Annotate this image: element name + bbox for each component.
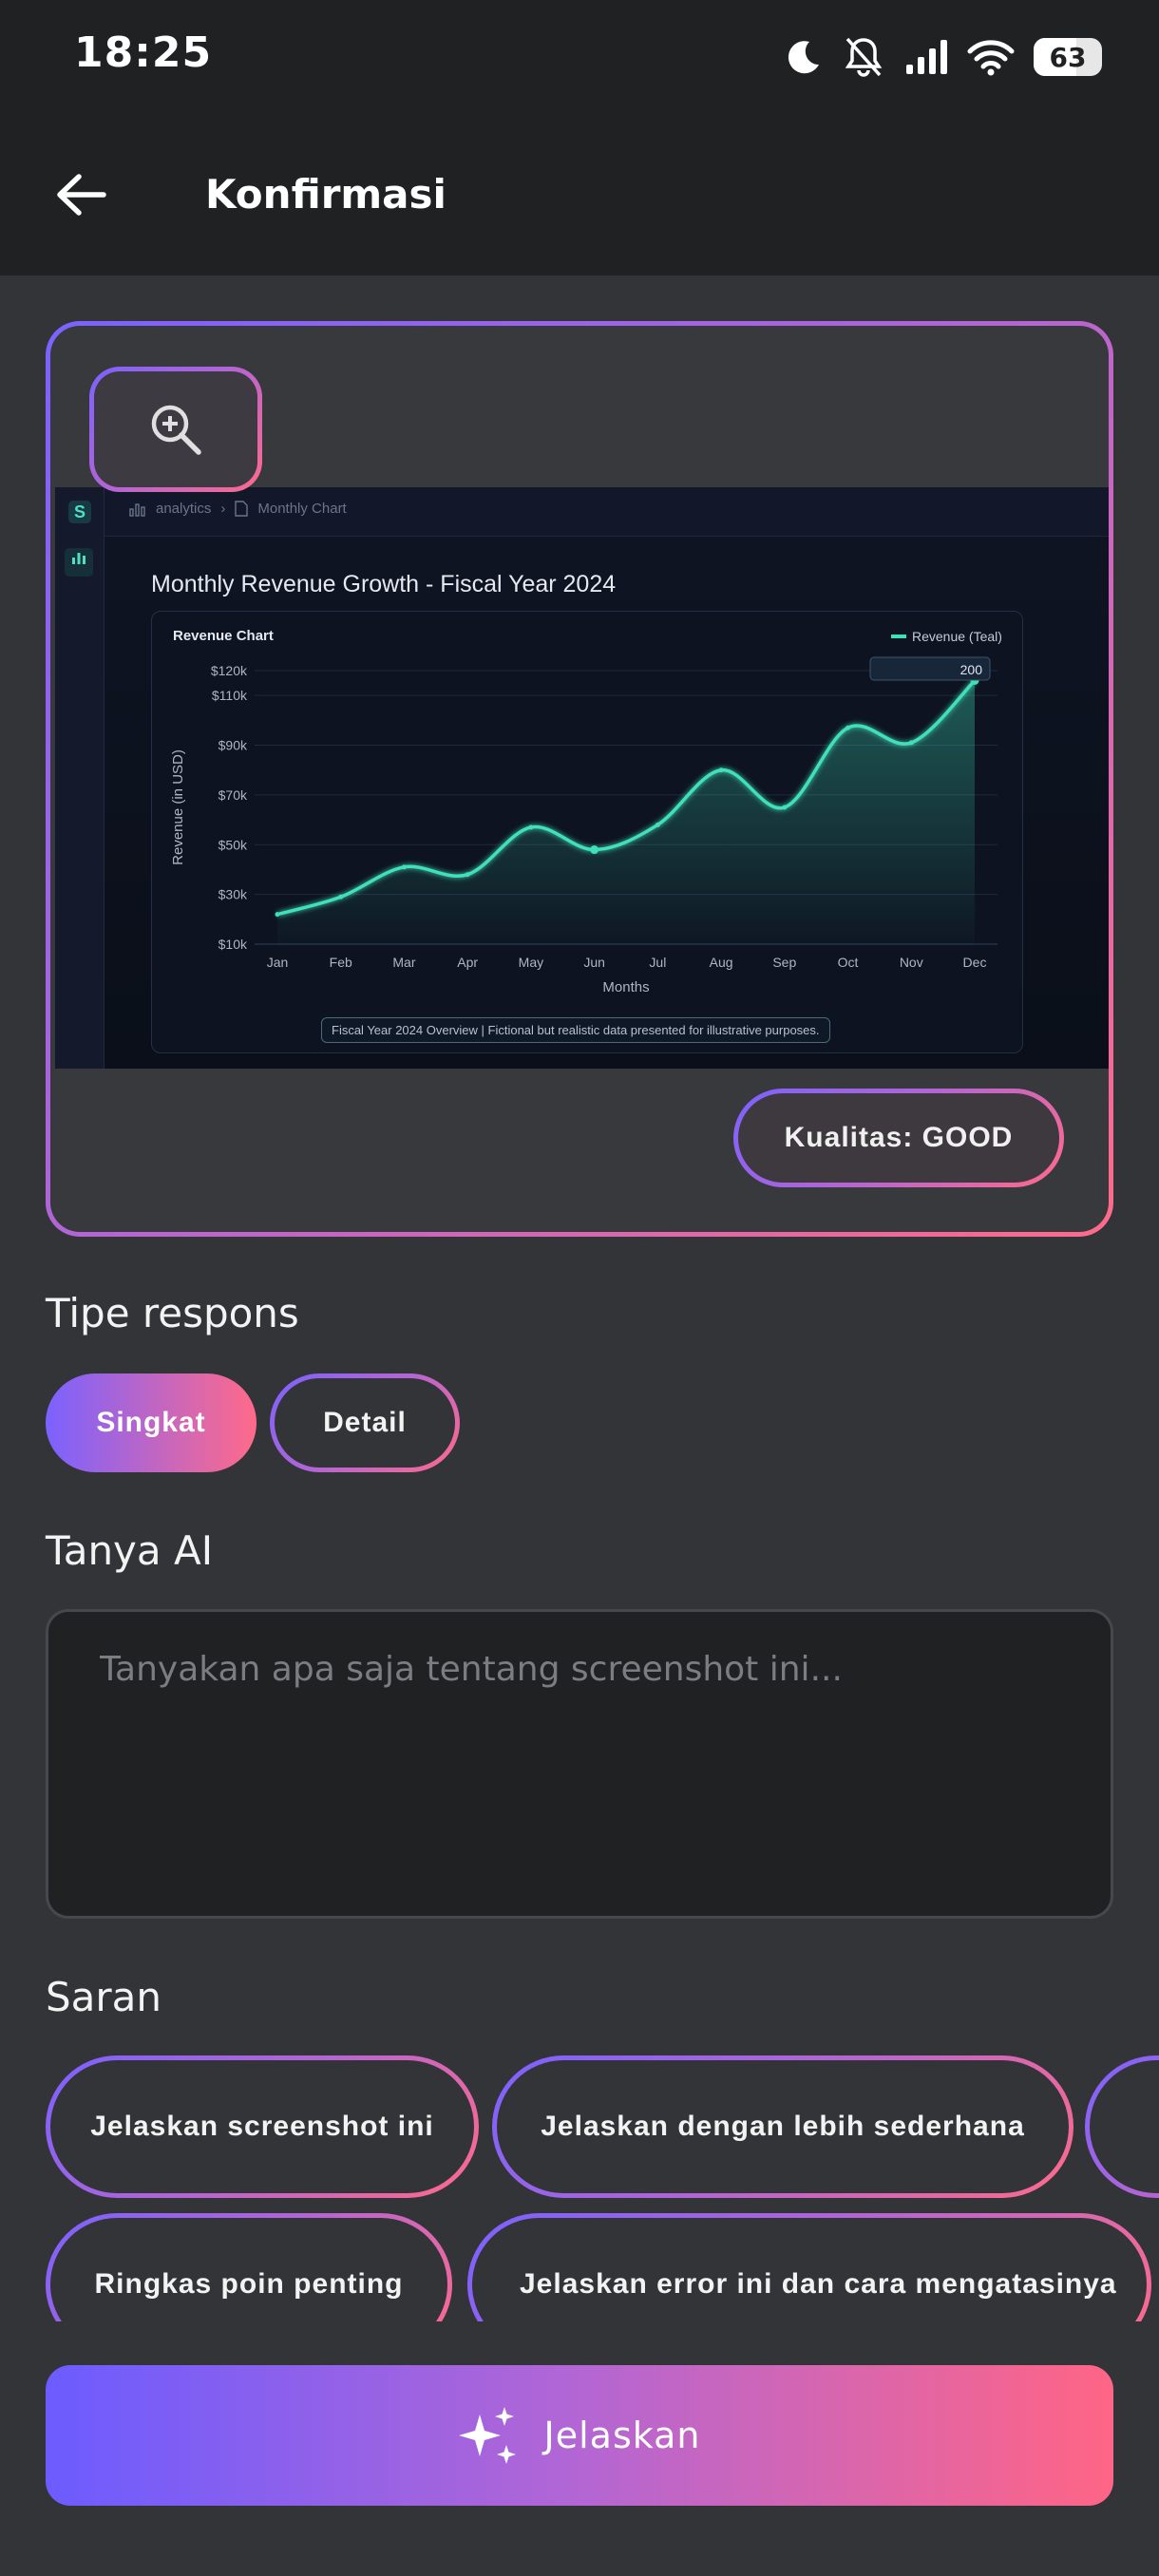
data-point <box>908 740 914 746</box>
bell-off-icon <box>845 37 883 77</box>
suggestion-chip-overflow[interactable] <box>1085 2055 1159 2198</box>
status-bar: 18:25 63 <box>0 0 1159 114</box>
zoom-button[interactable] <box>89 367 262 492</box>
response-type-title: Tipe respons <box>46 1290 299 1336</box>
ask-ai-title: Tanya AI <box>46 1527 214 1574</box>
suggestion-overflow <box>1090 2060 1159 2193</box>
explain-button-label: Jelaskan <box>543 2415 701 2456</box>
y-tick-label: $50k <box>218 837 248 852</box>
suggestion-label: Jelaskan dengan lebih sederhana <box>497 2060 1069 2193</box>
x-tick-label: Sep <box>772 955 796 970</box>
x-tick-label: Aug <box>710 955 733 970</box>
sparkles-icon <box>458 2407 516 2464</box>
breadcrumb-item-chart: Monthly Chart <box>257 501 347 517</box>
data-point <box>655 822 660 827</box>
data-point <box>275 912 280 918</box>
data-point <box>465 872 470 878</box>
document-icon <box>235 501 249 517</box>
suggestion-chip[interactable]: Ringkas poin penting <box>46 2213 452 2321</box>
status-time: 18:25 <box>74 28 213 77</box>
status-icons: 63 <box>785 30 1102 84</box>
data-point <box>718 767 724 773</box>
chart-panel: Revenue Chart $10k $30k $50k $70k $90k $110k $1… <box>151 611 1023 1053</box>
suggestions-list: Jelaskan screenshot ini Jelaskan dengan … <box>0 2052 1159 2321</box>
analytics-icon <box>129 502 145 517</box>
battery-icon: 63 <box>1034 38 1102 76</box>
x-tick-label: May <box>519 955 543 970</box>
y-tick-label: $110k <box>212 688 248 703</box>
x-tick-label: Feb <box>330 955 352 970</box>
x-tick-label: Jul <box>649 955 666 970</box>
suggestion-chip[interactable]: Jelaskan dengan lebih sederhana <box>492 2055 1074 2198</box>
zoom-in-icon <box>151 405 201 455</box>
shot-topbar: analytics › Monthly Chart <box>104 487 1109 537</box>
chart-title: Monthly Revenue Growth - Fiscal Year 202… <box>151 571 617 597</box>
x-tick-label: Apr <box>457 955 478 970</box>
zoom-button-inner[interactable] <box>94 371 257 487</box>
y-axis-label: Revenue (in USD) <box>170 749 186 865</box>
explain-button[interactable]: Jelaskan <box>46 2365 1113 2506</box>
x-tick-label: Mar <box>392 955 415 970</box>
shot-sidebar: S <box>55 487 104 1069</box>
app-bar: Konfirmasi <box>0 114 1159 275</box>
data-point <box>846 725 851 730</box>
page-title: Konfirmasi <box>205 171 446 218</box>
quality-badge[interactable]: Kualitas: GOOD <box>733 1089 1064 1187</box>
revenue-chart: Revenue Chart $10k $30k $50k $70k $90k $110k $1… <box>170 628 1002 995</box>
y-tick-label: $30k <box>218 887 248 902</box>
chart-panel-title: Revenue Chart <box>173 628 274 644</box>
quality-label: Kualitas: GOOD <box>738 1093 1059 1183</box>
suggestion-label: Jelaskan screenshot ini <box>50 2060 474 2193</box>
breadcrumb-item-analytics: analytics <box>156 501 212 517</box>
wifi-icon <box>967 40 1015 76</box>
data-point <box>782 805 788 810</box>
battery-level: 63 <box>1049 41 1087 73</box>
y-tick-label: $10k <box>218 937 248 952</box>
chip-short[interactable]: Singkat <box>46 1373 256 1472</box>
chip-detail-label: Detail <box>275 1378 455 1468</box>
shot-logo: S <box>68 501 91 523</box>
y-tick-label: $90k <box>218 738 248 753</box>
legend-label: Revenue (Teal) <box>912 629 1002 644</box>
moon-icon <box>788 41 819 74</box>
tooltip-value: 200 <box>960 662 983 677</box>
arrow-left-icon <box>57 174 106 216</box>
screenshot-image: S analytics › Monthly Chart Monthly Reve… <box>55 487 1109 1069</box>
y-tick-label: $70k <box>218 787 248 803</box>
y-tick-label: $120k <box>211 663 248 678</box>
data-point <box>338 894 344 900</box>
x-tick-label: Jun <box>583 955 605 970</box>
ask-ai-box[interactable] <box>46 1609 1113 1919</box>
data-point <box>401 864 407 870</box>
chip-detail[interactable]: Detail <box>270 1373 460 1472</box>
suggestion-label: Jelaskan error ini dan cara mengatasinya <box>472 2218 1147 2321</box>
suggestion-chip[interactable]: Jelaskan error ini dan cara mengatasinya <box>467 2213 1151 2321</box>
signal-icon <box>906 40 947 74</box>
suggestion-chip[interactable]: Jelaskan screenshot ini <box>46 2055 479 2198</box>
suggestion-label: Ringkas poin penting <box>50 2218 447 2321</box>
data-point <box>590 845 599 855</box>
x-tick-label: Oct <box>838 955 859 970</box>
breadcrumb: analytics › Monthly Chart <box>129 501 347 517</box>
x-tick-label: Jan <box>267 955 289 970</box>
series-area <box>277 680 975 944</box>
ask-ai-input[interactable] <box>100 1650 1059 1878</box>
suggestions-title: Saran <box>46 1974 162 2020</box>
bar-chart-icon <box>65 548 93 577</box>
x-tick-label: Nov <box>900 955 923 970</box>
x-axis-label: Months <box>602 979 649 995</box>
x-tick-label: Dec <box>963 955 987 970</box>
back-button[interactable] <box>48 161 114 228</box>
chart-footer-note: Fiscal Year 2024 Overview | Fictional bu… <box>321 1017 830 1043</box>
breadcrumb-separator: › <box>220 501 226 517</box>
data-point <box>528 824 534 830</box>
